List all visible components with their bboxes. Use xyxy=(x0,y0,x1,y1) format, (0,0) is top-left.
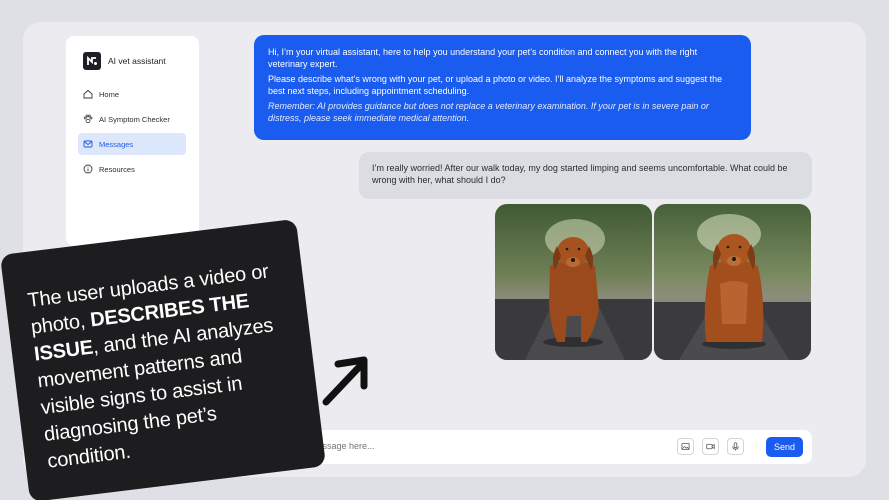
sidebar-item-label: AI Symptom Checker xyxy=(99,114,170,124)
uploaded-photo-dog-sitting[interactable] xyxy=(654,204,811,360)
voice-input-button[interactable] xyxy=(727,438,744,455)
sidebar-item-home[interactable]: Home xyxy=(78,83,186,105)
attach-image-button[interactable] xyxy=(677,438,694,455)
sidebar-item-resources[interactable]: Resources xyxy=(78,158,186,180)
message-composer: Send xyxy=(286,430,812,464)
ai-message-intro: Hi, I’m your virtual assistant, here to … xyxy=(268,47,698,69)
sidebar-item-label: Messages xyxy=(99,139,134,149)
ai-message-bubble: Hi, I’m your virtual assistant, here to … xyxy=(254,35,751,140)
home-icon xyxy=(83,89,93,99)
image-icon xyxy=(681,442,690,451)
sidebar-item-symptom-checker[interactable]: AI Symptom Checker xyxy=(78,108,186,130)
sidebar-item-label: Resources xyxy=(99,164,135,174)
feature-callout: The user uploads a video or photo, DESCR… xyxy=(0,218,327,500)
brand-name: AI vet assistant xyxy=(108,56,166,66)
user-message-bubble: I’m really worried! After our walk today… xyxy=(359,152,812,199)
message-icon xyxy=(83,140,93,148)
paw-icon xyxy=(83,114,93,124)
attach-video-button[interactable] xyxy=(702,438,719,455)
microphone-icon xyxy=(732,442,739,451)
sidebar: AI vet assistant Home AI Symptom Checker… xyxy=(66,36,199,246)
message-input[interactable] xyxy=(310,441,610,451)
send-button[interactable]: Send xyxy=(766,437,803,457)
video-icon xyxy=(706,443,715,450)
info-icon xyxy=(83,164,93,174)
ai-message-disclaimer: Remember: AI provides guidance but does … xyxy=(268,101,709,123)
brand-logo-icon xyxy=(83,52,101,70)
brand: AI vet assistant xyxy=(83,52,166,70)
pointer-arrow-icon xyxy=(322,356,368,406)
sidebar-item-messages[interactable]: Messages xyxy=(78,133,186,155)
user-message-text: I’m really worried! After our walk today… xyxy=(372,163,788,185)
sidebar-nav: Home AI Symptom Checker Messages Resourc… xyxy=(78,83,186,183)
sidebar-item-label: Home xyxy=(99,89,120,99)
uploaded-photo-dog-walking[interactable] xyxy=(495,204,652,360)
ai-message-instructions: Please describe what’s wrong with your p… xyxy=(268,74,723,96)
